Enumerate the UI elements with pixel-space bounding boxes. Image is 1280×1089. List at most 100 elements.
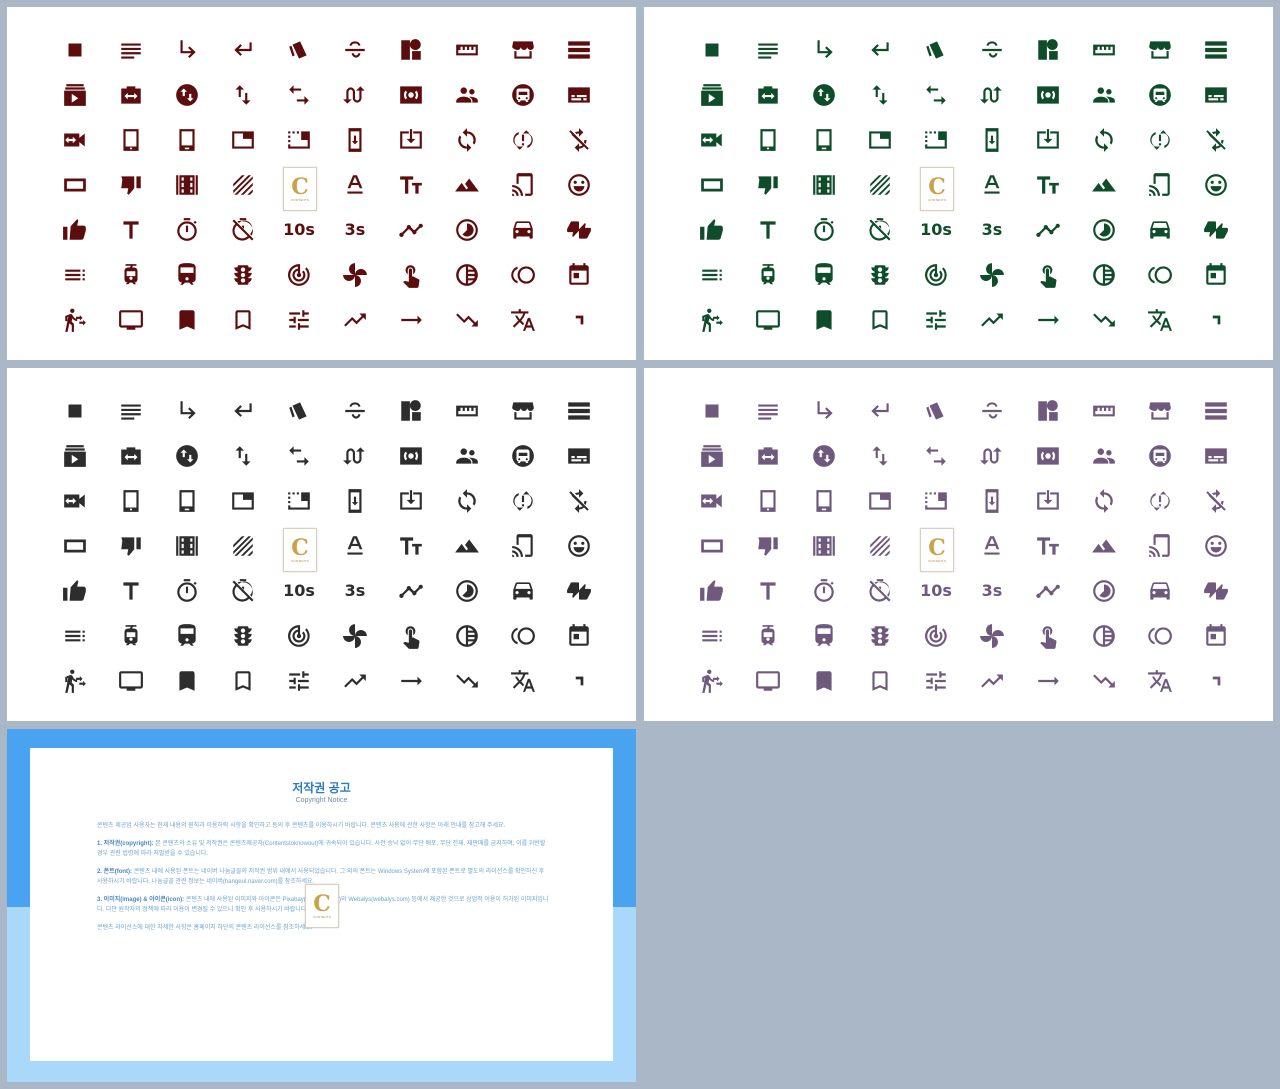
text-format-icon xyxy=(984,535,1000,555)
icon-cell: 3s xyxy=(327,207,383,252)
icon-cell xyxy=(383,613,439,658)
section-3-heading: 3. 이미지(image) & 아이콘(icon): xyxy=(97,897,185,903)
icon-cell xyxy=(551,523,607,568)
supervisor-account-icon xyxy=(456,86,478,103)
icon-cell xyxy=(796,252,852,297)
corner-icon xyxy=(1212,315,1221,324)
icon-cell xyxy=(684,72,740,117)
icon-cell xyxy=(852,568,908,613)
thumbs-up-down-icon xyxy=(567,220,591,239)
storefront-icon xyxy=(1149,40,1171,59)
swap-vert-icon xyxy=(235,445,251,466)
transfer-within-a-station-icon xyxy=(702,308,723,332)
tablet-android-icon xyxy=(179,128,195,151)
subdirectory-arrow-right-icon xyxy=(817,400,833,419)
icon-cell xyxy=(327,252,383,297)
toys-icon xyxy=(343,262,367,287)
style-icon xyxy=(289,401,307,420)
subway-icon xyxy=(512,444,534,467)
swap-horiz-icon xyxy=(289,445,309,466)
timer-10-icon: 10s xyxy=(283,581,315,600)
icon-cell xyxy=(964,478,1020,523)
icon-cell xyxy=(439,658,495,703)
translate-icon xyxy=(1148,669,1172,692)
icon-slide-maroon: 10s 3s C CONTENTS xyxy=(7,7,636,360)
timer-off-icon xyxy=(232,217,254,241)
system-update-icon xyxy=(348,488,362,513)
icon-cell xyxy=(383,252,439,297)
icon-cell xyxy=(684,117,740,162)
icon-cell xyxy=(495,613,551,658)
timer-3-icon: 3s xyxy=(981,220,1003,239)
icon-slide-charcoal: 10s 3s C CONTENTS xyxy=(7,368,636,721)
tap-and-play-icon xyxy=(1149,172,1170,196)
icon-cell xyxy=(684,297,740,342)
corner-icon xyxy=(575,315,584,324)
icon-grid: 10s 3s xyxy=(47,388,607,703)
icon-cell xyxy=(908,27,964,72)
translate-icon xyxy=(1148,308,1172,331)
icon-cell xyxy=(103,478,159,523)
icon-cell xyxy=(796,207,852,252)
icon-cell xyxy=(47,478,103,523)
icon-cell xyxy=(159,568,215,613)
icon-cell xyxy=(964,658,1020,703)
icon-cell xyxy=(47,27,103,72)
copyright-title: 저작권 공고 xyxy=(292,781,351,795)
icon-cell xyxy=(271,117,327,162)
texture-icon xyxy=(870,535,890,556)
supervisor-account-icon xyxy=(1093,447,1115,464)
settings-ethernet-icon xyxy=(121,85,141,104)
tag-faces-icon xyxy=(568,534,590,557)
timeline-icon xyxy=(399,223,423,237)
icon-cell xyxy=(1020,117,1076,162)
icon-cell xyxy=(852,297,908,342)
text-format-icon xyxy=(984,174,1000,194)
icon-cell xyxy=(47,207,103,252)
time-to-leave-icon xyxy=(1150,220,1170,239)
icon-cell xyxy=(852,117,908,162)
swap-calls-icon xyxy=(343,85,365,104)
icon-cell xyxy=(908,658,964,703)
icon-grid: 10s 3s xyxy=(684,388,1244,703)
tab-icon xyxy=(232,491,254,510)
swap-horiz-icon xyxy=(926,445,946,466)
subway-icon xyxy=(512,83,534,106)
icon-cell xyxy=(964,523,1020,568)
icon-cell xyxy=(495,207,551,252)
icon-cell xyxy=(1132,117,1188,162)
texture-icon xyxy=(870,174,890,195)
icon-cell xyxy=(495,658,551,703)
section-2-text: 콘텐츠 내에 사용된 폰트는 네이버 나눔글꼴의 저작권 범위 내에서 사용되었… xyxy=(97,869,545,885)
swap-calls-icon xyxy=(980,446,1002,465)
icon-cell xyxy=(1020,72,1076,117)
thumb-down-icon xyxy=(758,536,778,556)
icon-cell xyxy=(551,433,607,478)
subscriptions-icon xyxy=(64,444,86,467)
bookmark-icon xyxy=(816,309,832,330)
tag-faces-icon xyxy=(568,173,590,196)
icon-cell xyxy=(908,72,964,117)
icon-cell xyxy=(439,27,495,72)
icon-cell xyxy=(1188,613,1244,658)
icon-cell xyxy=(964,433,1020,478)
icon-cell xyxy=(159,433,215,478)
supervisor-account-icon xyxy=(1093,86,1115,103)
icon-cell xyxy=(495,478,551,523)
tune-icon xyxy=(289,670,309,691)
sync-icon xyxy=(1095,488,1113,513)
subtitles-icon xyxy=(568,86,590,103)
icon-cell xyxy=(1188,252,1244,297)
straighten-icon xyxy=(456,44,478,55)
tab-icon xyxy=(869,491,891,510)
crop-landscape-icon xyxy=(701,539,723,552)
icon-cell xyxy=(1020,207,1076,252)
icon-cell xyxy=(495,388,551,433)
icon-cell xyxy=(1076,433,1132,478)
thumb-up-icon xyxy=(700,218,723,240)
icon-cell xyxy=(1020,433,1076,478)
track-changes-icon xyxy=(288,624,310,647)
icon-cell xyxy=(47,568,103,613)
timer-off-icon xyxy=(869,578,891,602)
contents-seal-logo: C CONTENTS xyxy=(283,167,317,211)
